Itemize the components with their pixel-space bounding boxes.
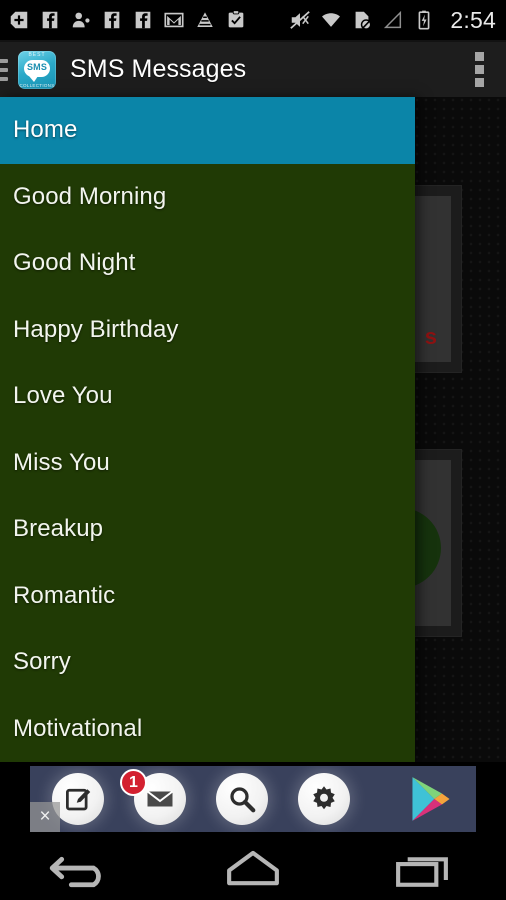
advertisement-banner[interactable]: × 1 [30, 766, 476, 832]
home-icon [227, 851, 279, 886]
back-arrow-icon [50, 857, 102, 888]
overflow-menu-icon[interactable] [464, 48, 494, 92]
app-logo-top-text: BEST [28, 51, 46, 58]
home-button[interactable] [218, 846, 288, 892]
no-sim-card-icon [356, 11, 372, 30]
sidebar-item-good-night[interactable]: Good Night [0, 230, 415, 297]
hamburger-line [0, 58, 8, 63]
system-navigation-bar [0, 838, 506, 900]
back-button[interactable] [49, 846, 119, 892]
gear-glyph [313, 786, 335, 810]
hamburger-line [0, 76, 8, 81]
hamburger-menu-icon[interactable] [0, 55, 10, 85]
sidebar-item-label: Romantic [13, 581, 116, 609]
sidebar-item-label: Breakup [13, 515, 104, 543]
sidebar-item-romantic[interactable]: Romantic [0, 563, 415, 630]
settings-gear-icon[interactable] [298, 773, 350, 825]
status-bar: 2:54 [0, 0, 506, 40]
clipboard-check-icon [228, 10, 244, 28]
recent-apps-button[interactable] [387, 846, 457, 892]
sidebar-item-sorry[interactable]: Sorry [0, 629, 415, 696]
close-icon[interactable]: × [30, 802, 60, 832]
sidebar-item-breakup[interactable]: Breakup [0, 496, 415, 563]
overflow-dot [474, 52, 484, 61]
sidebar-item-label: Good Morning [13, 182, 167, 210]
status-bar-notification-icons [8, 9, 289, 31]
search-icon[interactable] [216, 773, 268, 825]
page-title: SMS Messages [70, 55, 247, 83]
overflow-dot [474, 65, 484, 74]
signal-strength-icon [384, 10, 402, 29]
action-bar: BEST SMS COLLECTIONS SMS Messages [0, 42, 506, 97]
navigation-drawer: Home Good Morning Good Night Happy Birth… [0, 97, 415, 762]
google-plus-icon [10, 11, 28, 29]
hamburger-line [0, 67, 8, 72]
app-logo-center-text: SMS [26, 61, 48, 72]
sidebar-item-good-morning[interactable]: Good Morning [0, 164, 415, 231]
sidebar-item-label: Sorry [13, 648, 71, 676]
facebook-icon [104, 11, 120, 29]
triangle-app-icon [196, 11, 214, 28]
sidebar-item-home[interactable]: Home [0, 97, 415, 164]
sidebar-item-label: Home [13, 116, 78, 144]
contact-person-icon [72, 12, 90, 28]
overflow-dot [474, 78, 484, 87]
wifi-icon [322, 13, 341, 27]
facebook-icon [42, 11, 58, 29]
magnifier-glyph [230, 787, 256, 813]
status-bar-system-icons: 2:54 [289, 6, 496, 33]
app-logo-icon: BEST SMS COLLECTIONS [18, 50, 56, 89]
google-play-icon[interactable] [408, 775, 454, 823]
sidebar-item-label: Love You [13, 382, 113, 410]
mute-volume-icon [290, 11, 311, 29]
sidebar-item-label: Happy Birthday [13, 315, 179, 343]
mail-icon[interactable]: 1 [120, 769, 186, 825]
sidebar-item-label: Motivational [13, 714, 143, 742]
unread-badge: 1 [120, 769, 147, 796]
sidebar-item-miss-you[interactable]: Miss You [0, 430, 415, 497]
sidebar-item-label: Good Night [13, 249, 136, 277]
compose-glyph [66, 788, 91, 811]
battery-charging-icon [419, 10, 430, 30]
sidebar-item-label: Miss You [13, 448, 110, 476]
android-screen: 2:54 s BEST SMS COLLECTIONS SMS Messages… [0, 0, 506, 900]
gmail-icon [164, 12, 184, 28]
facebook-icon [135, 11, 151, 29]
app-logo-bottom-text: COLLECTIONS [19, 82, 55, 88]
sidebar-item-love-you[interactable]: Love You [0, 363, 415, 430]
recent-apps-icon [395, 857, 448, 887]
sidebar-item-motivational[interactable]: Motivational [0, 696, 415, 763]
sidebar-item-happy-birthday[interactable]: Happy Birthday [0, 297, 415, 364]
background-card-letter: s [424, 324, 437, 349]
envelope-glyph [146, 790, 174, 807]
status-bar-clock: 2:54 [450, 6, 496, 33]
